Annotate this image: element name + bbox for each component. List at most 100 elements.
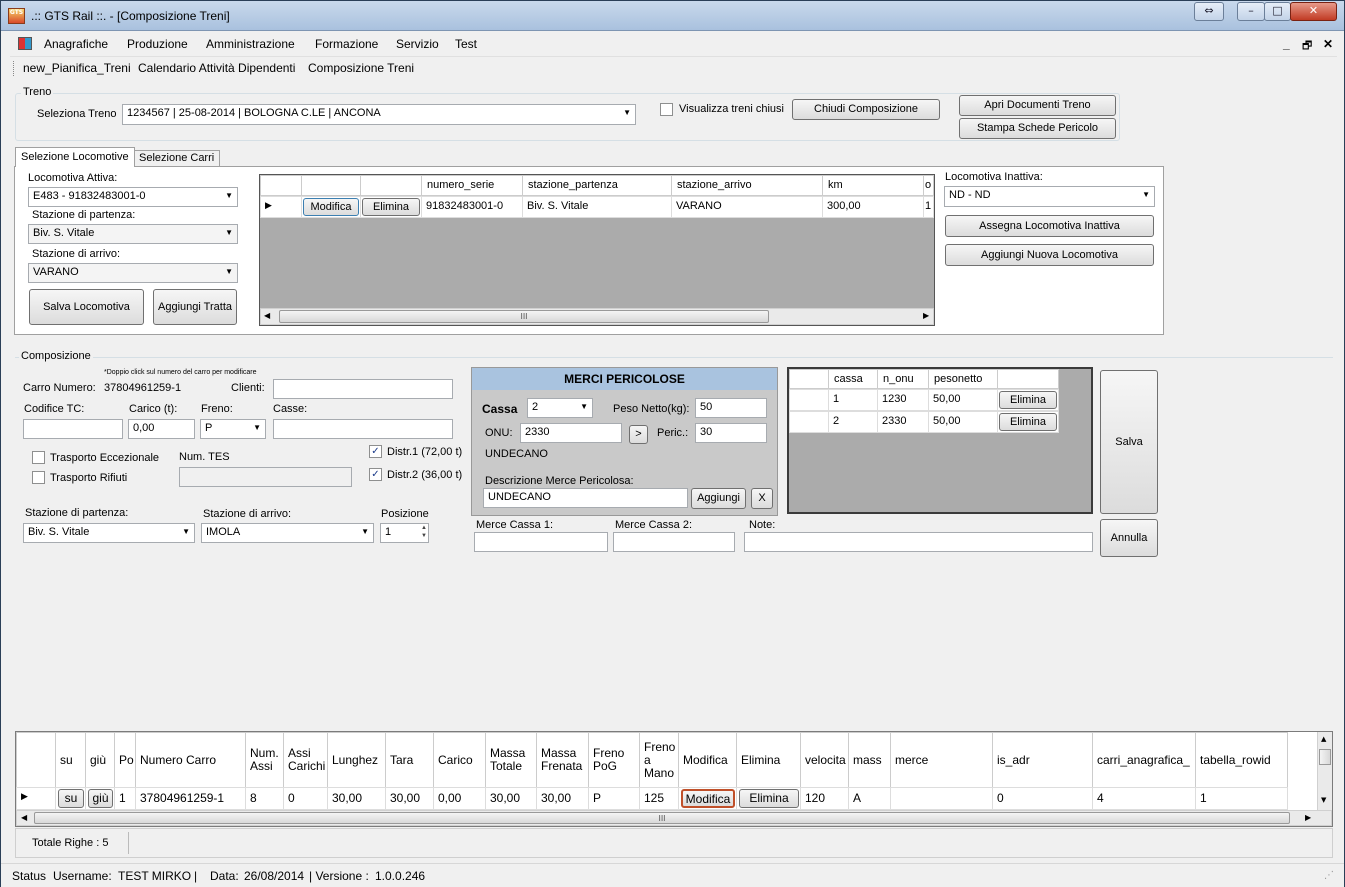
- carri-header-freno-a-mano[interactable]: Freno a Mano: [639, 732, 679, 788]
- carri-cell-carri-anagrafica[interactable]: 4: [1092, 787, 1196, 810]
- carro-arrivo-select[interactable]: IMOLA ▼: [201, 523, 374, 543]
- row-selector-icon[interactable]: ▶: [16, 787, 56, 810]
- peso-netto-input[interactable]: 50: [695, 398, 767, 418]
- carri-cell-num-assi[interactable]: 8: [245, 787, 284, 810]
- mdi-minimize-button[interactable]: _: [1283, 37, 1290, 51]
- toolbar-calendario-attivita[interactable]: Calendario Attività Dipendenti: [138, 61, 295, 75]
- scroll-thumb[interactable]: III: [34, 812, 1290, 824]
- carri-header-carico[interactable]: Carico: [433, 732, 486, 788]
- carri-header-massa-totale[interactable]: Massa Totale: [485, 732, 537, 788]
- scroll-thumb[interactable]: III: [279, 310, 769, 323]
- scroll-right-icon[interactable]: ▶: [1305, 813, 1311, 822]
- carro-numero-value[interactable]: 37804961259-1: [104, 382, 181, 394]
- menu-anagrafiche[interactable]: Anagrafiche: [44, 37, 108, 51]
- row-selector[interactable]: [789, 411, 829, 433]
- carri-header-is-adr[interactable]: is_adr: [992, 732, 1093, 788]
- posizione-stepper[interactable]: 1 ▲ ▼: [380, 523, 429, 543]
- aggiungi-nuova-loco-button[interactable]: Aggiungi Nuova Locomotiva: [945, 244, 1154, 266]
- num-tes-input[interactable]: [179, 467, 352, 487]
- menu-servizio[interactable]: Servizio: [396, 37, 439, 51]
- carri-header-modifica[interactable]: Modifica: [678, 732, 737, 788]
- loco-cell-stazione-partenza[interactable]: Biv. S. Vitale: [522, 196, 672, 218]
- carri-hscroll[interactable]: ◀ III ▶: [16, 810, 1332, 826]
- carri-header-massa-frenata[interactable]: Massa Frenata: [536, 732, 589, 788]
- clear-merce-button[interactable]: X: [751, 488, 773, 509]
- carri-cell-velocita[interactable]: 120: [800, 787, 849, 810]
- merci-cell-n-onu[interactable]: 2330: [877, 411, 929, 433]
- carri-header-velocita[interactable]: velocita: [800, 732, 849, 788]
- merci-cell-n-onu[interactable]: 1230: [877, 389, 929, 411]
- carri-header-su[interactable]: su: [55, 732, 86, 788]
- freno-select[interactable]: P ▼: [200, 419, 266, 439]
- carri-cell-massa-frenata[interactable]: 30,00: [536, 787, 589, 810]
- loco-row-elimina-button[interactable]: Elimina: [362, 198, 420, 216]
- carri-row-giu-button[interactable]: giù: [88, 789, 113, 808]
- apri-documenti-button[interactable]: Apri Documenti Treno: [959, 95, 1116, 116]
- menu-produzione[interactable]: Produzione: [127, 37, 188, 51]
- casse-input[interactable]: [273, 419, 453, 439]
- grid-header-stazione-arrivo[interactable]: stazione_arrivo: [671, 175, 823, 196]
- carri-cell-tabella-rowid[interactable]: 1: [1195, 787, 1288, 810]
- cassa-select[interactable]: 2 ▼: [527, 398, 593, 418]
- carri-cell-massa[interactable]: A: [848, 787, 891, 810]
- distr2-checkbox[interactable]: ✓: [369, 468, 382, 481]
- carri-cell-freno-pog[interactable]: P: [588, 787, 640, 810]
- merci-row2-elimina-button[interactable]: Elimina: [999, 413, 1057, 431]
- stepper-arrows-icon[interactable]: ▲ ▼: [421, 524, 427, 540]
- carri-header-carri-anagrafica[interactable]: carri_anagrafica_: [1092, 732, 1196, 788]
- aggiungi-merce-button[interactable]: Aggiungi: [691, 488, 746, 509]
- carri-header-numero-carro[interactable]: Numero Carro: [135, 732, 246, 788]
- mdi-close-button[interactable]: ✕: [1323, 37, 1333, 51]
- scroll-left-icon[interactable]: ◀: [21, 813, 27, 822]
- carri-row-modifica-button[interactable]: Modifica: [681, 789, 735, 808]
- codifice-tc-input[interactable]: [23, 419, 123, 439]
- salva-button[interactable]: Salva: [1100, 370, 1158, 514]
- carri-header-tara[interactable]: Tara: [385, 732, 434, 788]
- merci-header-pesonetto[interactable]: pesonetto: [928, 369, 998, 389]
- loco-cell-stazione-arrivo[interactable]: VARANO: [671, 196, 823, 218]
- carri-header-tabella-rowid[interactable]: tabella_rowid: [1195, 732, 1288, 788]
- mdi-restore-button[interactable]: 🗗: [1302, 37, 1312, 56]
- carri-cell-lunghezza[interactable]: 30,00: [327, 787, 386, 810]
- carri-header-merce[interactable]: merce: [890, 732, 993, 788]
- row-selector[interactable]: [789, 389, 829, 411]
- loco-cell-o[interactable]: 1: [923, 196, 934, 218]
- merci-row1-elimina-button[interactable]: Elimina: [999, 391, 1057, 409]
- menu-formazione[interactable]: Formazione: [315, 37, 378, 51]
- carri-cell-merce[interactable]: [890, 787, 993, 810]
- carri-cell-carico[interactable]: 0,00: [433, 787, 486, 810]
- scroll-up-icon[interactable]: ▲: [1321, 735, 1326, 743]
- carri-header-freno-pog[interactable]: Freno PoG: [588, 732, 640, 788]
- row-selector-icon[interactable]: ▶: [260, 196, 302, 218]
- trasporto-rifiuti-checkbox[interactable]: [32, 471, 45, 484]
- carro-partenza-select[interactable]: Biv. S. Vitale ▼: [23, 523, 195, 543]
- loco-inattiva-select[interactable]: ND - ND ▼: [944, 186, 1155, 207]
- grid-header-stazione-partenza[interactable]: stazione_partenza: [522, 175, 672, 196]
- carri-cell-assi-carichi[interactable]: 0: [283, 787, 328, 810]
- carri-header-elimina[interactable]: Elimina: [736, 732, 801, 788]
- carri-cell-massa-totale[interactable]: 30,00: [485, 787, 537, 810]
- note-input[interactable]: [744, 532, 1093, 552]
- maximize-button[interactable]: □: [1264, 2, 1291, 21]
- carri-header-num-assi[interactable]: Num. Assi: [245, 732, 284, 788]
- carico-input[interactable]: 0,00: [128, 419, 195, 439]
- merci-cell-pesonetto[interactable]: 50,00: [928, 389, 998, 411]
- toolbar-new-pianifica-treni[interactable]: new_Pianifica_Treni: [23, 61, 131, 75]
- scroll-down-icon[interactable]: ▼: [1321, 796, 1326, 804]
- merci-header-cassa[interactable]: cassa: [828, 369, 878, 389]
- merci-header-n-onu[interactable]: n_onu: [877, 369, 929, 389]
- carri-cell-po[interactable]: 1: [114, 787, 136, 810]
- trasporto-eccezionale-checkbox[interactable]: [32, 451, 45, 464]
- carri-header-giu[interactable]: giù: [85, 732, 115, 788]
- merce-cassa1-input[interactable]: [474, 532, 608, 552]
- loco-partenza-select[interactable]: Biv. S. Vitale ▼: [28, 224, 238, 244]
- scroll-right-icon[interactable]: ▶: [923, 311, 929, 320]
- onu-input[interactable]: 2330: [520, 423, 622, 443]
- stampa-schede-button[interactable]: Stampa Schede Pericolo: [959, 118, 1116, 139]
- merci-cell-pesonetto[interactable]: 50,00: [928, 411, 998, 433]
- distr1-checkbox[interactable]: ✓: [369, 445, 382, 458]
- salva-locomotiva-button[interactable]: Salva Locomotiva: [29, 289, 144, 325]
- grid-header-numero-serie[interactable]: numero_serie: [421, 175, 523, 196]
- scroll-left-icon[interactable]: ◀: [264, 311, 270, 320]
- loco-grid-scrollbar[interactable]: ◀ III ▶: [260, 308, 934, 325]
